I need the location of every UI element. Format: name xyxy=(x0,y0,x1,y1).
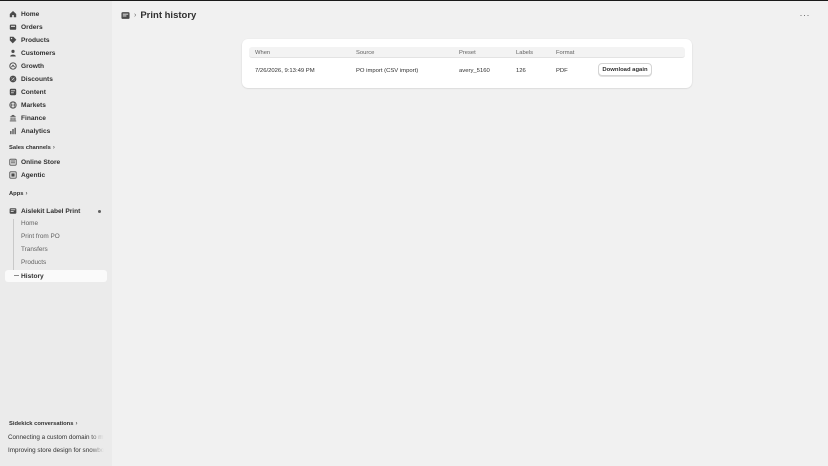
tag-icon xyxy=(9,36,17,44)
app-subitem-history[interactable]: History xyxy=(5,270,107,282)
app-icon xyxy=(9,207,17,215)
sidebar-item-customers[interactable]: Customers xyxy=(5,47,107,59)
sidebar-item-home[interactable]: Home xyxy=(5,8,107,20)
bar-chart-icon xyxy=(9,127,17,135)
sidebar-item-label: History xyxy=(21,272,44,280)
sidekick-conversations-header[interactable]: Sidekick conversations › xyxy=(9,421,77,427)
discount-icon xyxy=(9,75,17,83)
table-header: When Source Preset Labels Format xyxy=(249,47,685,58)
conversation-item[interactable]: Improving store design for snowboards xyxy=(8,447,104,454)
sales-channels-header[interactable]: Sales channels › xyxy=(9,145,55,151)
sidebar-item-label: Agentic xyxy=(21,171,46,179)
cell-preset: avery_5160 xyxy=(459,68,490,74)
sidebar-item-label: Home xyxy=(21,10,40,18)
sidebar-item-label: Products xyxy=(21,36,50,44)
column-header-source: Source xyxy=(356,49,375,56)
sidebar-item-label: Discounts xyxy=(21,75,53,83)
sidebar-item-label: Finance xyxy=(21,114,46,122)
sidebar-item-app[interactable]: Aislekit Label Print xyxy=(5,205,107,217)
chevron-right-icon: › xyxy=(52,145,55,151)
sidebar-item-finance[interactable]: Finance xyxy=(5,112,107,124)
page-title: Print history xyxy=(140,9,197,21)
sidebar-item-label: Markets xyxy=(21,101,46,109)
home-icon xyxy=(9,10,17,18)
orders-icon xyxy=(9,23,17,31)
sidebar-item-content[interactable]: Content xyxy=(5,86,107,98)
chevron-right-icon: › xyxy=(25,191,28,197)
sidebar-item-products[interactable]: Products xyxy=(5,34,107,46)
app-subitem-transfers[interactable]: Transfers xyxy=(21,244,48,255)
breadcrumb: › Print history xyxy=(121,9,196,21)
bank-icon xyxy=(9,114,17,122)
column-header-labels: Labels xyxy=(516,49,534,56)
sidebar-item-label: Content xyxy=(21,88,46,96)
cell-labels: 126 xyxy=(516,68,526,74)
apps-header[interactable]: Apps › xyxy=(9,191,28,197)
column-header-format: Format xyxy=(556,49,575,56)
sidebar-item-online-store[interactable]: Online Store xyxy=(5,156,107,168)
sidebar-item-agentic[interactable]: Agentic xyxy=(5,169,107,181)
person-icon xyxy=(9,49,17,57)
tree-line xyxy=(13,219,14,275)
sidebar-item-label: Online Store xyxy=(21,158,61,166)
sidebar-item-label: Customers xyxy=(21,49,56,57)
sidebar-item-orders[interactable]: Orders xyxy=(5,21,107,33)
app-icon[interactable] xyxy=(121,11,130,20)
app-pin-indicator xyxy=(98,210,101,213)
tree-branch xyxy=(14,275,19,276)
more-actions-button[interactable]: ··· xyxy=(800,10,811,20)
sidebar: Home Orders Products Customers Growth Di… xyxy=(0,1,112,466)
cell-when: 7/26/2026, 9:13:49 PM xyxy=(255,68,315,74)
sidebar-item-label: Orders xyxy=(21,23,43,31)
sidebar-item-discounts[interactable]: Discounts xyxy=(5,73,107,85)
column-header-when: When xyxy=(255,49,271,56)
chevron-right-icon: › xyxy=(75,421,78,427)
app-subitem-home[interactable]: Home xyxy=(21,218,38,229)
growth-icon xyxy=(9,62,17,70)
download-again-button[interactable]: Download again xyxy=(598,63,652,76)
column-header-preset: Preset xyxy=(459,49,476,56)
app-name: Aislekit Label Print xyxy=(21,207,81,215)
content-icon xyxy=(9,88,17,96)
cell-format: PDF xyxy=(556,68,568,74)
app-subitem-print-from-po[interactable]: Print from PO xyxy=(21,231,60,242)
sidebar-item-growth[interactable]: Growth xyxy=(5,60,107,72)
store-icon xyxy=(9,158,17,166)
chevron-right-icon: › xyxy=(134,11,137,19)
conversation-item[interactable]: Connecting a custom domain to my store xyxy=(8,434,104,441)
app-subitem-products[interactable]: Products xyxy=(21,257,46,268)
globe-icon xyxy=(9,101,17,109)
sidebar-item-label: Growth xyxy=(21,62,45,70)
sidebar-item-label: Analytics xyxy=(21,127,51,135)
cell-source: PO import (CSV import) xyxy=(356,68,419,74)
main-content: › Print history ··· When Source Preset L… xyxy=(112,1,828,466)
print-history-card: When Source Preset Labels Format 7/26/20… xyxy=(242,39,692,88)
sidebar-item-markets[interactable]: Markets xyxy=(5,99,107,111)
agentic-icon xyxy=(9,171,17,179)
sidebar-item-analytics[interactable]: Analytics xyxy=(5,125,107,137)
